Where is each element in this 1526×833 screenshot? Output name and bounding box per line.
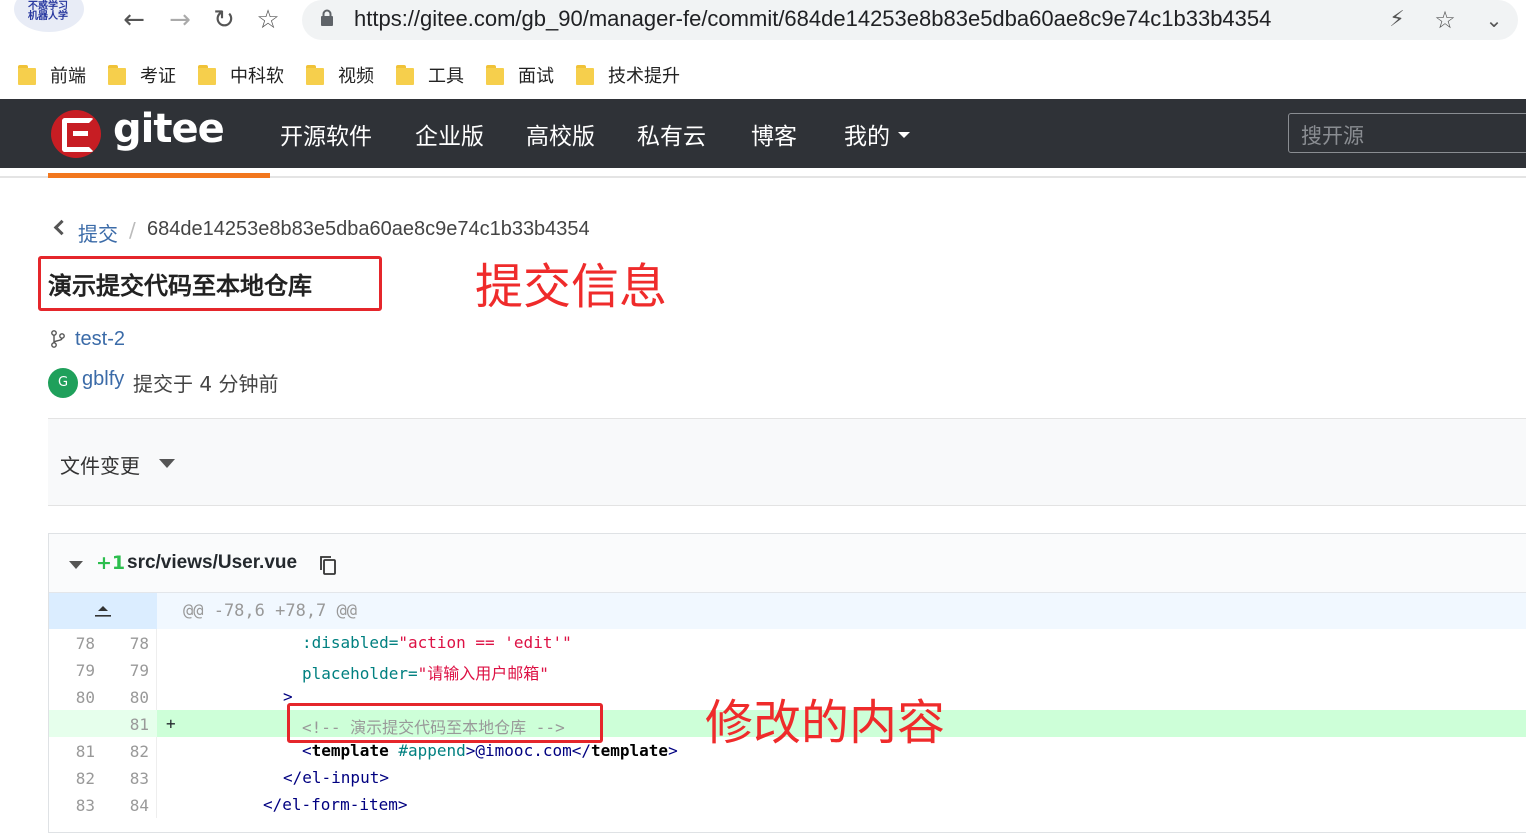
old-line-number[interactable]: 81 [55, 742, 95, 761]
logo-text[interactable]: gitee [113, 106, 225, 152]
folder-icon [486, 65, 504, 85]
commit-title: 演示提交代码至本地仓库 [48, 272, 312, 300]
nav-private-cloud[interactable]: 私有云 [637, 117, 706, 151]
new-line-number[interactable]: 81 [109, 715, 149, 734]
forward-icon[interactable]: → [163, 3, 197, 37]
code-line: </el-input> [283, 768, 389, 787]
breadcrumb-commits-link[interactable]: 提交 [78, 218, 118, 247]
folder-icon [198, 65, 216, 85]
bookmark-label: 中科软 [230, 66, 284, 86]
old-line-number[interactable]: 83 [55, 796, 95, 815]
reload-icon[interactable]: ↻ [207, 3, 241, 37]
code-string: "请输入用户邮箱" [417, 664, 549, 683]
code-line: :disabled="action == 'edit'" [302, 633, 572, 652]
nav-education[interactable]: 高校版 [526, 117, 595, 151]
code-tag-name: template [311, 741, 389, 760]
hunk-header-text: @@ -78,6 +78,7 @@ [183, 601, 357, 621]
code-tag: > [668, 741, 678, 760]
nav-enterprise[interactable]: 企业版 [415, 117, 484, 151]
lock-icon [321, 9, 333, 26]
folder-icon [396, 65, 414, 85]
folder-icon [108, 65, 126, 85]
annotation-commit-info: 提交信息 [475, 259, 668, 315]
file-changes-dropdown[interactable]: 文件变更 [60, 450, 140, 479]
commit-time: 提交于 4 分钟前 [133, 372, 279, 396]
bookmark-item[interactable]: 考证 [108, 62, 176, 88]
bookmark-item[interactable]: 前端 [18, 62, 86, 88]
active-tab-indicator [48, 173, 270, 178]
code-attr: placeholder= [302, 664, 418, 683]
bookmark-label: 视频 [338, 66, 374, 86]
bookmark-label: 考证 [140, 66, 176, 86]
star-icon[interactable]: ☆ [1428, 3, 1462, 37]
bookmark-label: 技术提升 [608, 66, 680, 86]
bookmark-label: 面试 [518, 66, 554, 86]
diff-sign: + [166, 714, 176, 733]
bookmark-item[interactable]: 中科软 [198, 62, 284, 88]
folder-icon [306, 65, 324, 85]
code-line: placeholder="请输入用户邮箱" [302, 660, 549, 684]
old-line-number[interactable]: 80 [55, 688, 95, 707]
gitee-logo-icon[interactable] [51, 110, 101, 158]
new-line-number[interactable]: 84 [109, 796, 149, 815]
annotation-box-code [287, 703, 603, 743]
code-tag: < [302, 741, 312, 760]
caret-down-icon [898, 132, 910, 138]
new-line-number[interactable]: 79 [109, 661, 149, 680]
bookmark-item[interactable]: 技术提升 [576, 62, 680, 88]
bookmark-item[interactable]: 面试 [486, 62, 554, 88]
code-tag-name: template [591, 741, 669, 760]
folder-icon [576, 65, 594, 85]
folder-icon [18, 65, 36, 85]
lightning-icon[interactable]: ⚡ [1380, 3, 1414, 37]
expand-up-icon[interactable] [94, 602, 112, 618]
file-changes-bar [48, 419, 1526, 506]
chevron-left-icon[interactable] [53, 219, 70, 236]
collapse-caret-icon[interactable] [69, 561, 83, 569]
code-attr: #append [388, 741, 466, 760]
bookmark-item[interactable]: 视频 [306, 62, 374, 88]
copy-icon[interactable] [319, 555, 337, 575]
code-string: "action == 'edit'" [398, 633, 572, 652]
code-line: </el-form-item> [263, 795, 408, 814]
url-text[interactable]: https://gitee.com/gb_90/manager-fe/commi… [354, 4, 1271, 34]
annotation-changed-content: 修改的内容 [705, 695, 946, 751]
bookmark-star-icon[interactable]: ☆ [251, 3, 285, 37]
hunk-header [157, 593, 1526, 629]
old-line-number[interactable]: 78 [55, 634, 95, 653]
code-text: >@imooc.com</ [465, 741, 591, 760]
author-link[interactable]: gblfy [82, 368, 124, 391]
branch-link[interactable]: test-2 [75, 328, 125, 351]
avatar[interactable]: G [48, 368, 78, 398]
search-placeholder: 搜开源 [1301, 124, 1364, 148]
bookmark-label: 前端 [50, 66, 86, 86]
diff-additions-count: +1 [96, 552, 126, 574]
profile-avatar-text: 不惑学习 机器人学 [28, 1, 68, 22]
nav-mine[interactable]: 我的 [844, 117, 890, 151]
old-line-number[interactable]: 82 [55, 769, 95, 788]
code-line: <template #append>@imooc.com</template> [302, 741, 678, 760]
nav-blog[interactable]: 博客 [751, 117, 797, 151]
bookmark-item[interactable]: 工具 [396, 62, 464, 88]
diff-file-path[interactable]: src/views/User.vue [127, 552, 297, 574]
nav-open-source[interactable]: 开源软件 [280, 117, 372, 151]
back-icon[interactable]: ← [117, 3, 151, 37]
new-line-number[interactable]: 83 [109, 769, 149, 788]
new-line-number[interactable]: 78 [109, 634, 149, 653]
new-line-number[interactable]: 80 [109, 688, 149, 707]
new-line-number[interactable]: 82 [109, 742, 149, 761]
breadcrumb-separator: / [129, 218, 136, 242]
branch-icon [51, 330, 65, 348]
breadcrumb-commit-hash: 684de14253e8b83e5dba60ae8c9e74c1b33b4354 [147, 218, 590, 240]
old-line-number[interactable]: 79 [55, 661, 95, 680]
caret-down-icon[interactable] [159, 459, 175, 468]
code-attr: :disabled= [302, 633, 399, 652]
chevron-down-icon[interactable]: ⌄ [1477, 3, 1511, 37]
bookmark-label: 工具 [428, 66, 464, 86]
